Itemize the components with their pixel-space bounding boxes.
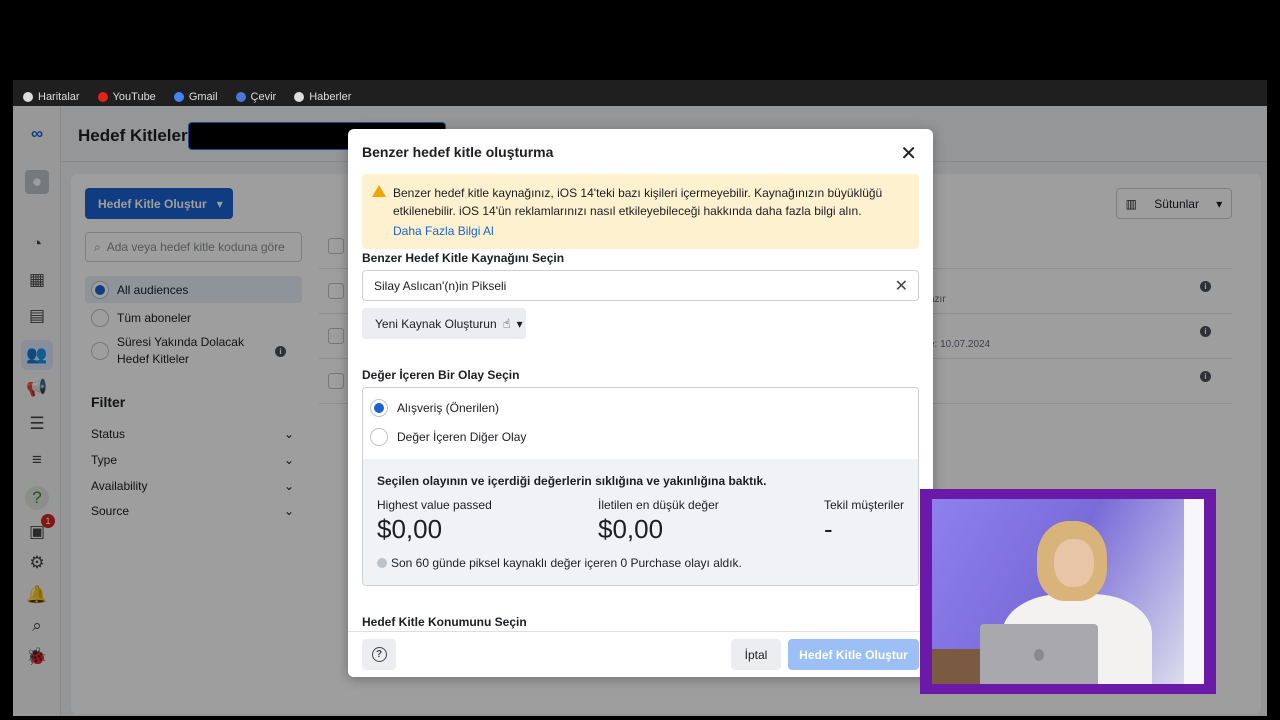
cancel-button[interactable]: İptal [731, 639, 781, 670]
event-stats: Seçilen olayının ve içerdiği değerlerin … [363, 459, 918, 585]
youtube-icon [97, 92, 108, 102]
stat-value: - [824, 514, 833, 544]
stat-label: İletilen en düşük değer [598, 498, 719, 512]
create-audience-submit-button[interactable]: Hedef Kitle Oluştur [788, 639, 919, 670]
stats-heading: Seçilen olayının ve içerdiği değerlerin … [377, 474, 767, 488]
event-selector: Alışveriş (Önerilen) Değer İçeren Diğer … [362, 387, 919, 586]
question-icon: ? [371, 647, 387, 662]
modal-title: Benzer hedef kitle oluşturma [362, 144, 554, 160]
translate-icon [235, 92, 246, 102]
bookmark-translate[interactable]: Çevir [235, 91, 276, 103]
clear-icon[interactable]: ✕ [895, 276, 908, 296]
radio-selected [370, 399, 388, 417]
stat-label: Tekil müşteriler [824, 498, 905, 512]
apple-logo-icon [1034, 649, 1044, 661]
bookmark-youtube[interactable]: YouTube [97, 91, 156, 103]
event-option-other[interactable]: Değer İçeren Diğer Olay [370, 428, 526, 446]
new-source-label: Yeni Kaynak Oluşturun [375, 316, 497, 331]
source-heading: Benzer Hedef Kitle Kaynağını Seçin [362, 251, 565, 265]
webcam-overlay [920, 489, 1216, 694]
create-new-source-button[interactable]: Yeni Kaynak Oluşturun ☝ ▾ [362, 308, 526, 339]
event-label: Alışveriş (Önerilen) [397, 401, 500, 415]
door [1184, 499, 1204, 684]
bookmark-gmail[interactable]: Gmail [173, 91, 218, 103]
caret-down-icon: ▾ [516, 316, 523, 331]
news-icon [294, 92, 305, 102]
stat-value: $0,00 [598, 514, 664, 544]
event-option-purchase[interactable]: Alışveriş (Önerilen) [370, 399, 499, 417]
event-label: Değer İçeren Diğer Olay [397, 430, 527, 444]
warning-text: Benzer hedef kitle kaynağınız, iOS 14'te… [393, 186, 883, 218]
ios14-warning: Benzer hedef kitle kaynağınız, iOS 14'te… [362, 174, 919, 249]
source-value: Silay Aslıcan'(n)in Pikseli [374, 278, 507, 293]
webcam-video [932, 499, 1204, 684]
modal-footer: ? İptal Hedef Kitle Oluştur [348, 631, 933, 677]
bookmark-maps[interactable]: Haritalar [23, 91, 80, 103]
bookmarks-bar: Haritalar YouTube Gmail Çevir Haberler [13, 80, 1267, 106]
stat-value: $0,00 [377, 514, 443, 544]
radio [370, 428, 388, 446]
bookmark-news[interactable]: Haberler [294, 91, 351, 103]
globe-icon [23, 92, 33, 102]
stats-note: Son 60 günde piksel kaynaklı değer içere… [377, 556, 742, 570]
learn-more-link[interactable]: Daha Fazla Bilgi Al [393, 222, 907, 240]
gmail-icon [173, 92, 184, 102]
stat-label: Highest value passed [377, 498, 492, 512]
source-select[interactable]: Silay Aslıcan'(n)in Pikseli ✕ [362, 270, 919, 301]
warning-icon [372, 185, 386, 197]
location-heading: Hedef Kitle Konumunu Seçin [362, 615, 527, 629]
close-icon[interactable]: ✕ [900, 141, 917, 166]
stats-note-text: Son 60 günde piksel kaynaklı değer içere… [391, 556, 742, 570]
lookalike-audience-modal: Benzer hedef kitle oluşturma ✕ Benzer he… [348, 129, 933, 677]
presenter-face [1054, 539, 1094, 587]
pointer-cursor-icon: ☝ [502, 315, 511, 331]
status-dot-icon [377, 558, 387, 568]
event-heading: Değer İçeren Bir Olay Seçin [362, 368, 520, 382]
help-button[interactable]: ? [362, 639, 396, 670]
